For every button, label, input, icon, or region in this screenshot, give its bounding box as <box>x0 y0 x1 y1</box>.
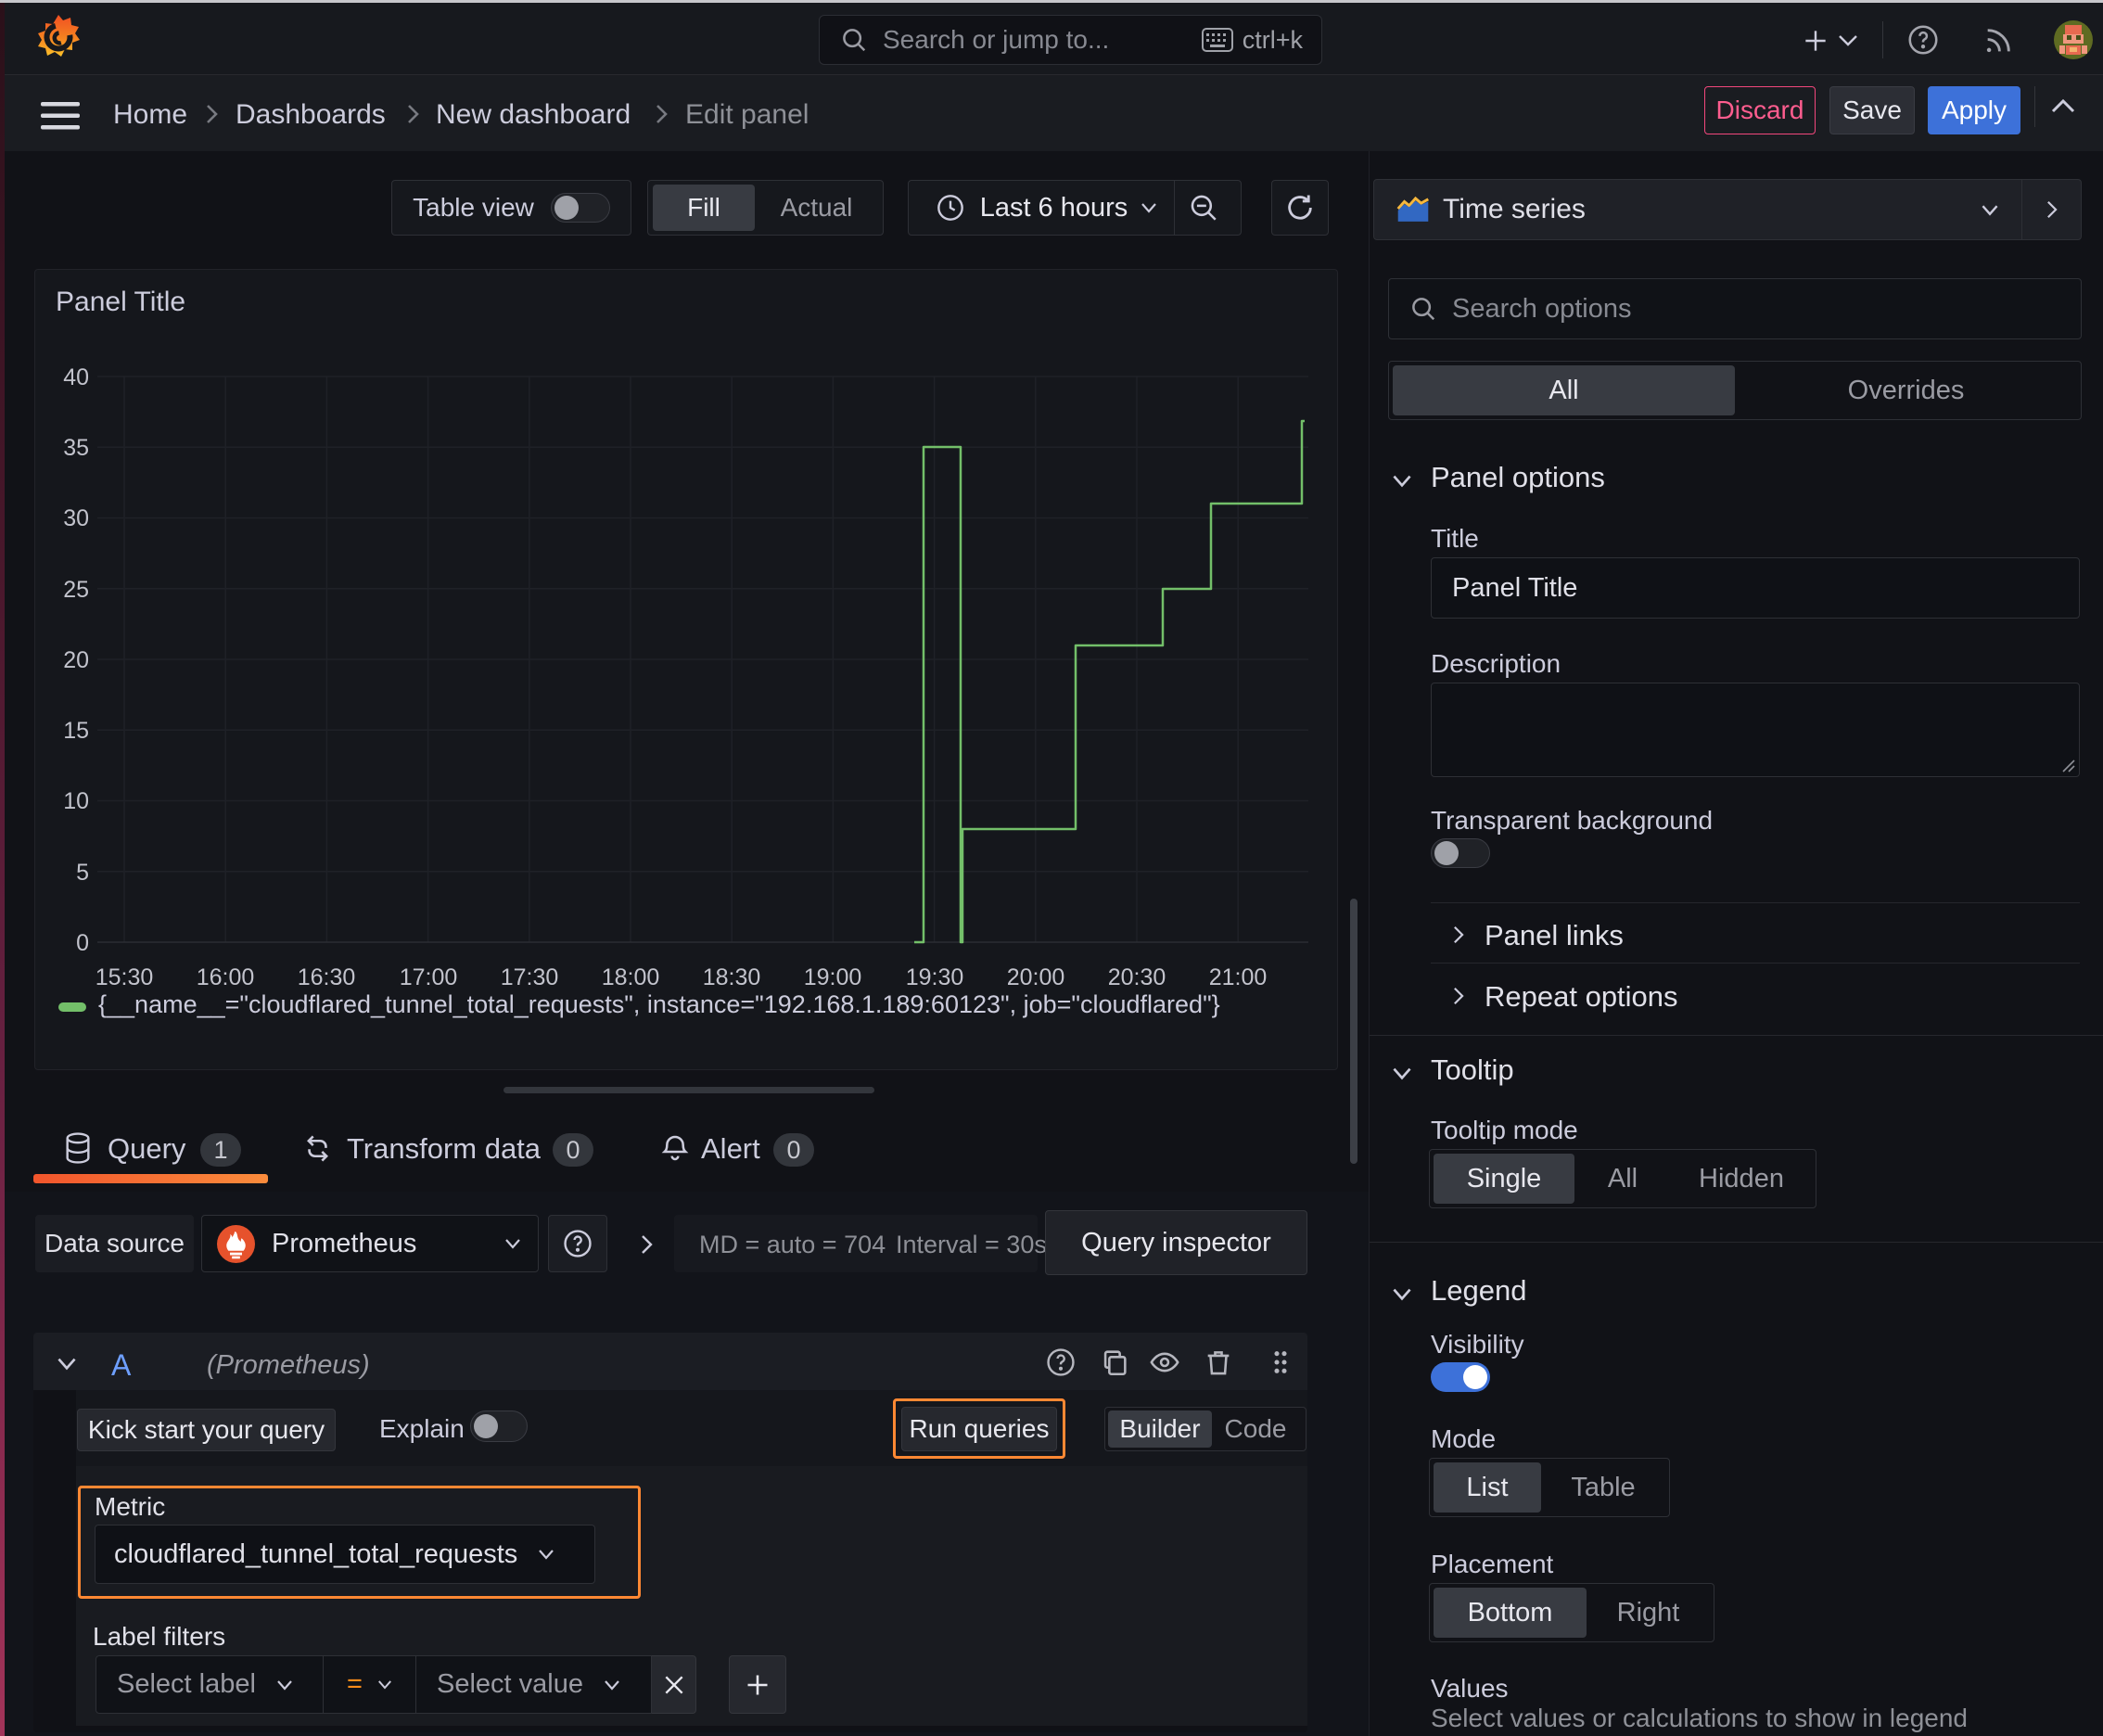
svg-text:0: 0 <box>76 930 89 956</box>
svg-text:40: 40 <box>63 364 89 390</box>
svg-text:20:00: 20:00 <box>1007 964 1065 990</box>
svg-text:18:30: 18:30 <box>703 964 761 990</box>
svg-text:18:00: 18:00 <box>602 964 660 990</box>
svg-text:19:00: 19:00 <box>804 964 862 990</box>
svg-text:15: 15 <box>63 718 89 744</box>
svg-text:30: 30 <box>63 505 89 531</box>
svg-text:21:00: 21:00 <box>1209 964 1268 990</box>
svg-text:17:00: 17:00 <box>400 964 458 990</box>
svg-text:15:30: 15:30 <box>96 964 154 990</box>
svg-text:5: 5 <box>76 860 89 886</box>
svg-text:17:30: 17:30 <box>501 964 559 990</box>
svg-text:35: 35 <box>63 435 89 461</box>
svg-text:16:00: 16:00 <box>197 964 255 990</box>
svg-text:10: 10 <box>63 788 89 814</box>
svg-text:20:30: 20:30 <box>1108 964 1166 990</box>
svg-text:25: 25 <box>63 577 89 603</box>
svg-text:20: 20 <box>63 647 89 673</box>
svg-text:19:30: 19:30 <box>906 964 964 990</box>
svg-text:16:30: 16:30 <box>298 964 356 990</box>
